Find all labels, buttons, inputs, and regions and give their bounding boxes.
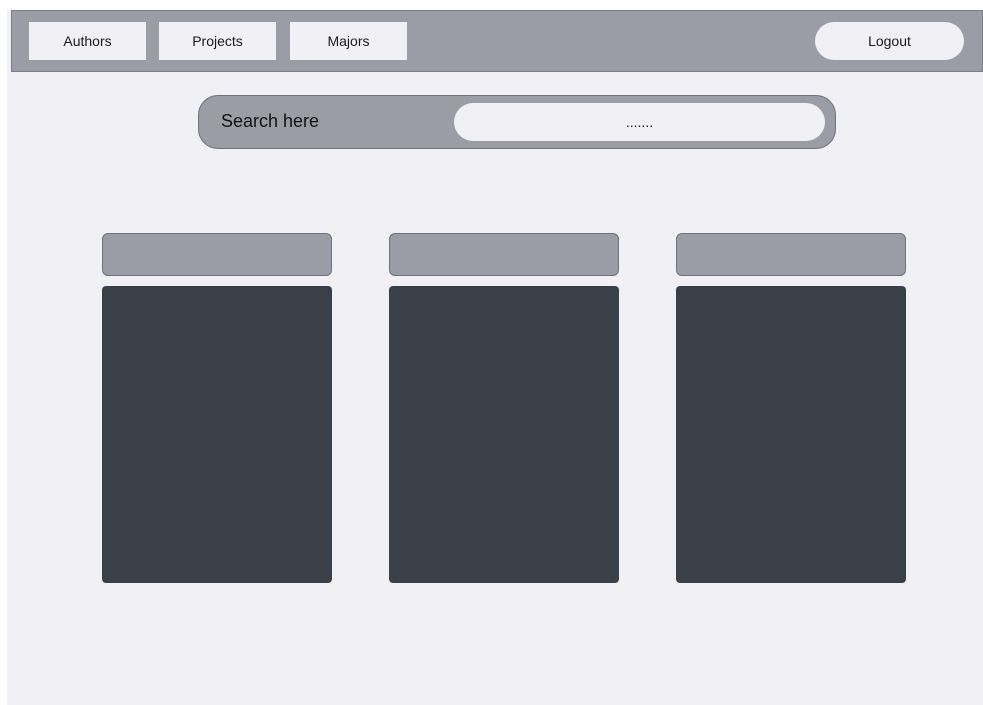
card-header-2[interactable] bbox=[389, 233, 619, 276]
logout-button[interactable]: Logout bbox=[815, 22, 964, 60]
card-body-1[interactable] bbox=[102, 286, 332, 583]
nav-projects-button[interactable]: Projects bbox=[159, 22, 276, 60]
card-body-3[interactable] bbox=[676, 286, 906, 583]
nav-authors-button[interactable]: Authors bbox=[29, 22, 146, 60]
search-input[interactable]: ....... bbox=[454, 103, 825, 141]
card-header-3[interactable] bbox=[676, 233, 906, 276]
top-navbar: Authors Projects Majors Logout bbox=[11, 10, 983, 72]
search-label: Search here bbox=[221, 111, 320, 131]
card-body-2[interactable] bbox=[389, 286, 619, 583]
card-header-1[interactable] bbox=[102, 233, 332, 276]
nav-majors-button[interactable]: Majors bbox=[290, 22, 407, 60]
search-bar: Search here ....... bbox=[198, 95, 836, 149]
